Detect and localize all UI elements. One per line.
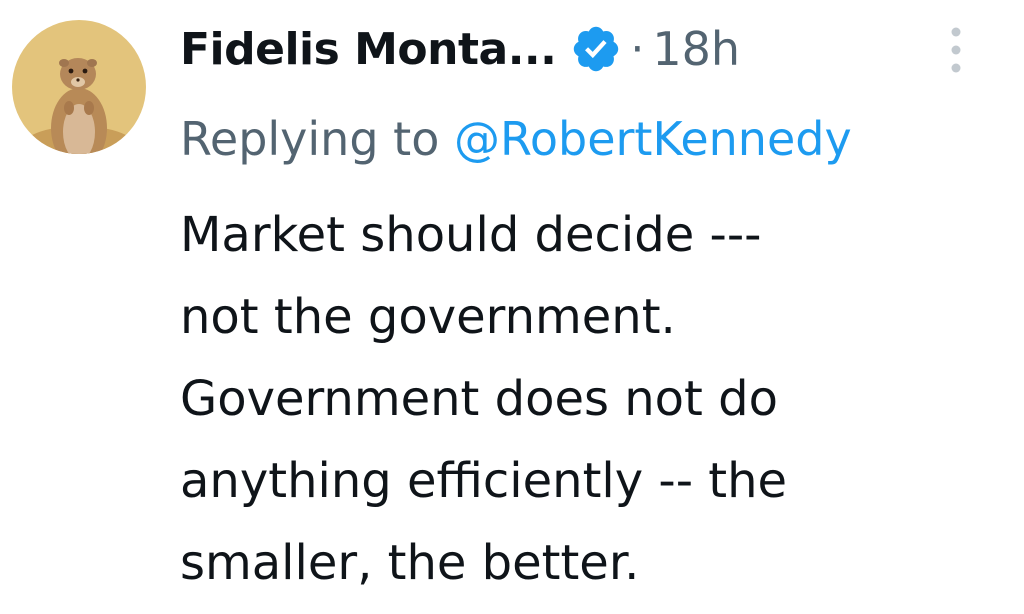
- tweet-text-line: not the government.: [180, 289, 676, 345]
- tweet-text-line: Government does not do: [180, 371, 778, 427]
- verified-badge-icon: [570, 23, 622, 75]
- tweet-header: Fidelis Monta... · 18h: [180, 14, 740, 84]
- prairie-dog-avatar-image: [12, 20, 146, 154]
- author-name[interactable]: Fidelis Monta...: [180, 24, 557, 75]
- replying-prefix: Replying to: [180, 112, 440, 166]
- avatar[interactable]: [12, 20, 146, 154]
- replying-to: Replying to @RobertKennedy: [180, 104, 852, 174]
- tweet-text: Market should decide --- not the governm…: [180, 194, 1016, 604]
- tweet-text-line: smaller, the better.: [180, 535, 640, 591]
- tweet-text-line: anything efficiently -- the: [180, 453, 788, 509]
- more-options-icon[interactable]: [938, 22, 974, 78]
- separator-dot: ·: [630, 23, 645, 75]
- tweet-text-line: Market should decide ---: [180, 207, 762, 263]
- replying-handle-link[interactable]: @RobertKennedy: [454, 112, 852, 166]
- post-time[interactable]: 18h: [652, 22, 740, 76]
